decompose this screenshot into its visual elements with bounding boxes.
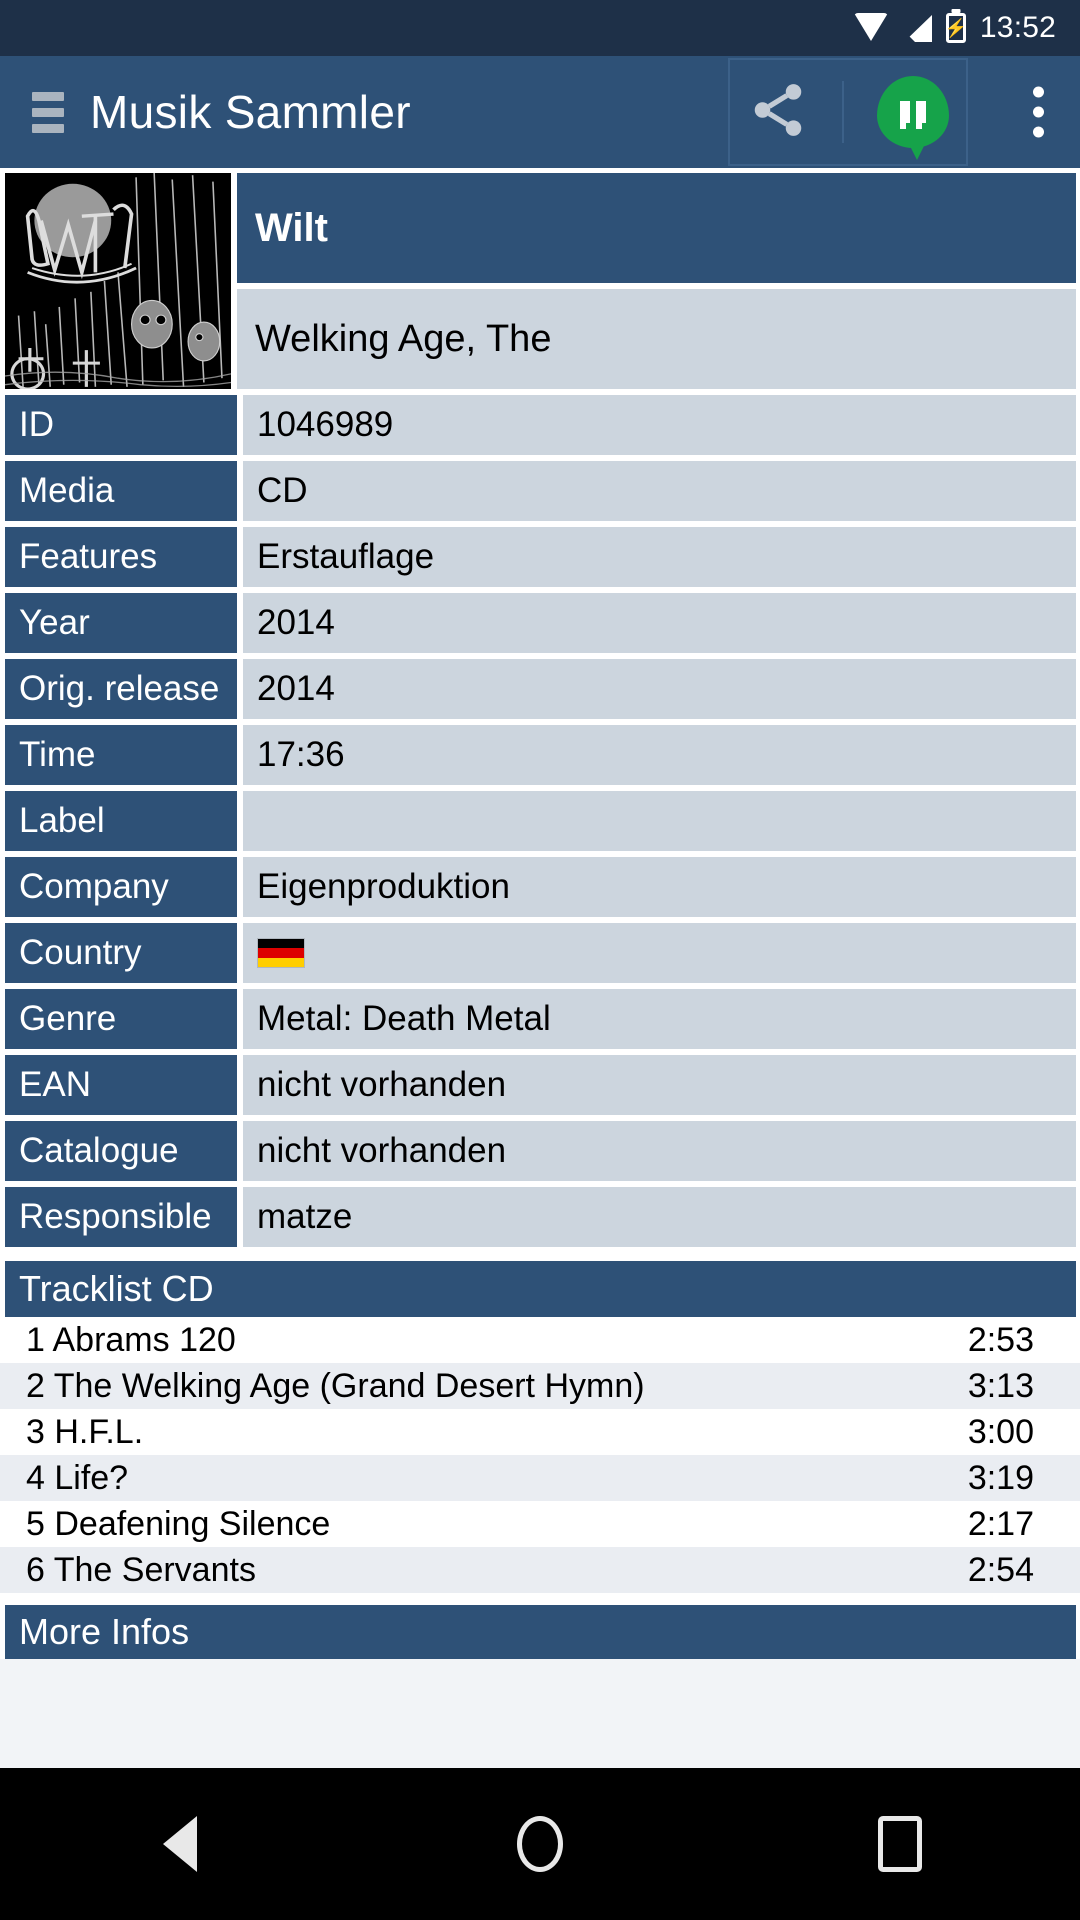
table-row[interactable]: Company Eigenproduktion xyxy=(5,857,1076,917)
track-title: 6 The Servants xyxy=(26,1550,256,1589)
row-value: 17:36 xyxy=(243,725,1076,785)
track-time: 3:19 xyxy=(967,1458,1034,1497)
hangouts-icon xyxy=(877,76,950,160)
status-bar-clock: 13:52 xyxy=(979,11,1056,44)
list-item[interactable]: 2 The Welking Age (Grand Desert Hymn) 3:… xyxy=(0,1363,1080,1409)
table-row[interactable]: Catalogue nicht vorhanden xyxy=(5,1121,1076,1181)
list-item[interactable]: 6 The Servants 2:54 xyxy=(0,1547,1080,1593)
home-nav-icon xyxy=(517,1816,563,1872)
home-nav-button[interactable] xyxy=(480,1794,600,1894)
track-time: 3:13 xyxy=(967,1366,1034,1405)
artist-name[interactable]: Wilt xyxy=(237,173,1076,283)
list-item[interactable]: 4 Life? 3:19 xyxy=(0,1455,1080,1501)
row-value xyxy=(243,923,1076,983)
row-value: nicht vorhanden xyxy=(243,1055,1076,1115)
table-row[interactable]: Media CD xyxy=(5,461,1076,521)
row-label: Responsible xyxy=(5,1187,237,1247)
track-title: 1 Abrams 120 xyxy=(26,1320,236,1359)
hamburger-menu-icon[interactable] xyxy=(22,91,66,133)
row-label: Country xyxy=(5,923,237,983)
recents-nav-button[interactable] xyxy=(840,1794,960,1894)
tracklist: 1 Abrams 120 2:53 2 The Welking Age (Gra… xyxy=(0,1317,1080,1593)
row-value: matze xyxy=(243,1187,1076,1247)
row-label: Company xyxy=(5,857,237,917)
tracklist-header: Tracklist CD xyxy=(5,1261,1076,1317)
row-label: Media xyxy=(5,461,237,521)
info-table: ID 1046989 Media CD Features Erstauflage… xyxy=(0,395,1080,1247)
germany-flag-icon xyxy=(257,938,305,968)
track-title: 3 H.F.L. xyxy=(26,1412,144,1451)
track-title: 4 Life? xyxy=(26,1458,129,1497)
action-divider xyxy=(841,81,844,143)
table-row[interactable]: Year 2014 xyxy=(5,593,1076,653)
row-value: 1046989 xyxy=(243,395,1076,455)
action-buttons-group xyxy=(728,58,968,166)
row-value: CD xyxy=(243,461,1076,521)
recents-nav-icon xyxy=(878,1816,922,1872)
share-button[interactable] xyxy=(747,79,809,146)
row-label: Label xyxy=(5,791,237,851)
battery-charging-icon: ⚡ xyxy=(945,13,967,43)
hangouts-button[interactable] xyxy=(877,76,950,160)
signal-icon xyxy=(901,14,932,42)
wifi-icon xyxy=(853,13,888,43)
table-row[interactable]: Genre Metal: Death Metal xyxy=(5,989,1076,1049)
table-row[interactable]: Features Erstauflage xyxy=(5,527,1076,587)
table-row[interactable]: Responsible matze xyxy=(5,1187,1076,1247)
detail-content: Wilt Welking Age, The ID 1046989 Media C… xyxy=(0,168,1080,1659)
list-item[interactable]: 5 Deafening Silence 2:17 xyxy=(0,1501,1080,1547)
row-label: ID xyxy=(5,395,237,455)
row-label: Features xyxy=(5,527,237,587)
table-row[interactable]: Label xyxy=(5,791,1076,851)
track-time: 2:17 xyxy=(967,1504,1034,1543)
album-title[interactable]: Welking Age, The xyxy=(237,289,1076,389)
track-time: 2:54 xyxy=(967,1550,1034,1589)
row-value: Eigenproduktion xyxy=(243,857,1076,917)
table-row[interactable]: EAN nicht vorhanden xyxy=(5,1055,1076,1115)
table-row[interactable]: ID 1046989 xyxy=(5,395,1076,455)
page-title: Musik Sammler xyxy=(90,86,411,138)
track-title: 5 Deafening Silence xyxy=(26,1504,331,1543)
row-label: Time xyxy=(5,725,237,785)
phone-screen: ⚡ 13:52 Musik Sammler Wilt Welking Age, … xyxy=(0,0,1080,1920)
overflow-menu-icon[interactable] xyxy=(1023,77,1054,148)
row-value: Erstauflage xyxy=(243,527,1076,587)
table-row[interactable]: Orig. release 2014 xyxy=(5,659,1076,719)
row-label: Orig. release xyxy=(5,659,237,719)
android-nav-bar xyxy=(0,1768,1080,1920)
row-label: Genre xyxy=(5,989,237,1049)
row-value: 2014 xyxy=(243,659,1076,719)
track-time: 3:00 xyxy=(967,1412,1034,1451)
list-item[interactable]: 1 Abrams 120 2:53 xyxy=(0,1317,1080,1363)
album-header: Wilt Welking Age, The xyxy=(0,168,1080,389)
track-title: 2 The Welking Age (Grand Desert Hymn) xyxy=(26,1366,645,1405)
row-value xyxy=(243,791,1076,851)
back-nav-icon xyxy=(163,1816,197,1872)
track-time: 2:53 xyxy=(967,1320,1034,1359)
row-value: nicht vorhanden xyxy=(243,1121,1076,1181)
row-label: EAN xyxy=(5,1055,237,1115)
back-nav-button[interactable] xyxy=(120,1794,240,1894)
row-value: Metal: Death Metal xyxy=(243,989,1076,1049)
album-cover-image[interactable] xyxy=(5,173,231,389)
row-value: 2014 xyxy=(243,593,1076,653)
list-item[interactable]: 3 H.F.L. 3:00 xyxy=(0,1409,1080,1455)
table-row[interactable]: Time 17:36 xyxy=(5,725,1076,785)
app-bar: Musik Sammler xyxy=(0,56,1080,168)
wilt-cover-art xyxy=(5,173,231,389)
row-label: Year xyxy=(5,593,237,653)
more-infos-header[interactable]: More Infos xyxy=(5,1605,1076,1659)
status-bar: ⚡ 13:52 xyxy=(0,0,1080,56)
share-icon xyxy=(754,83,801,136)
table-row-country[interactable]: Country xyxy=(5,923,1076,983)
row-label: Catalogue xyxy=(5,1121,237,1181)
